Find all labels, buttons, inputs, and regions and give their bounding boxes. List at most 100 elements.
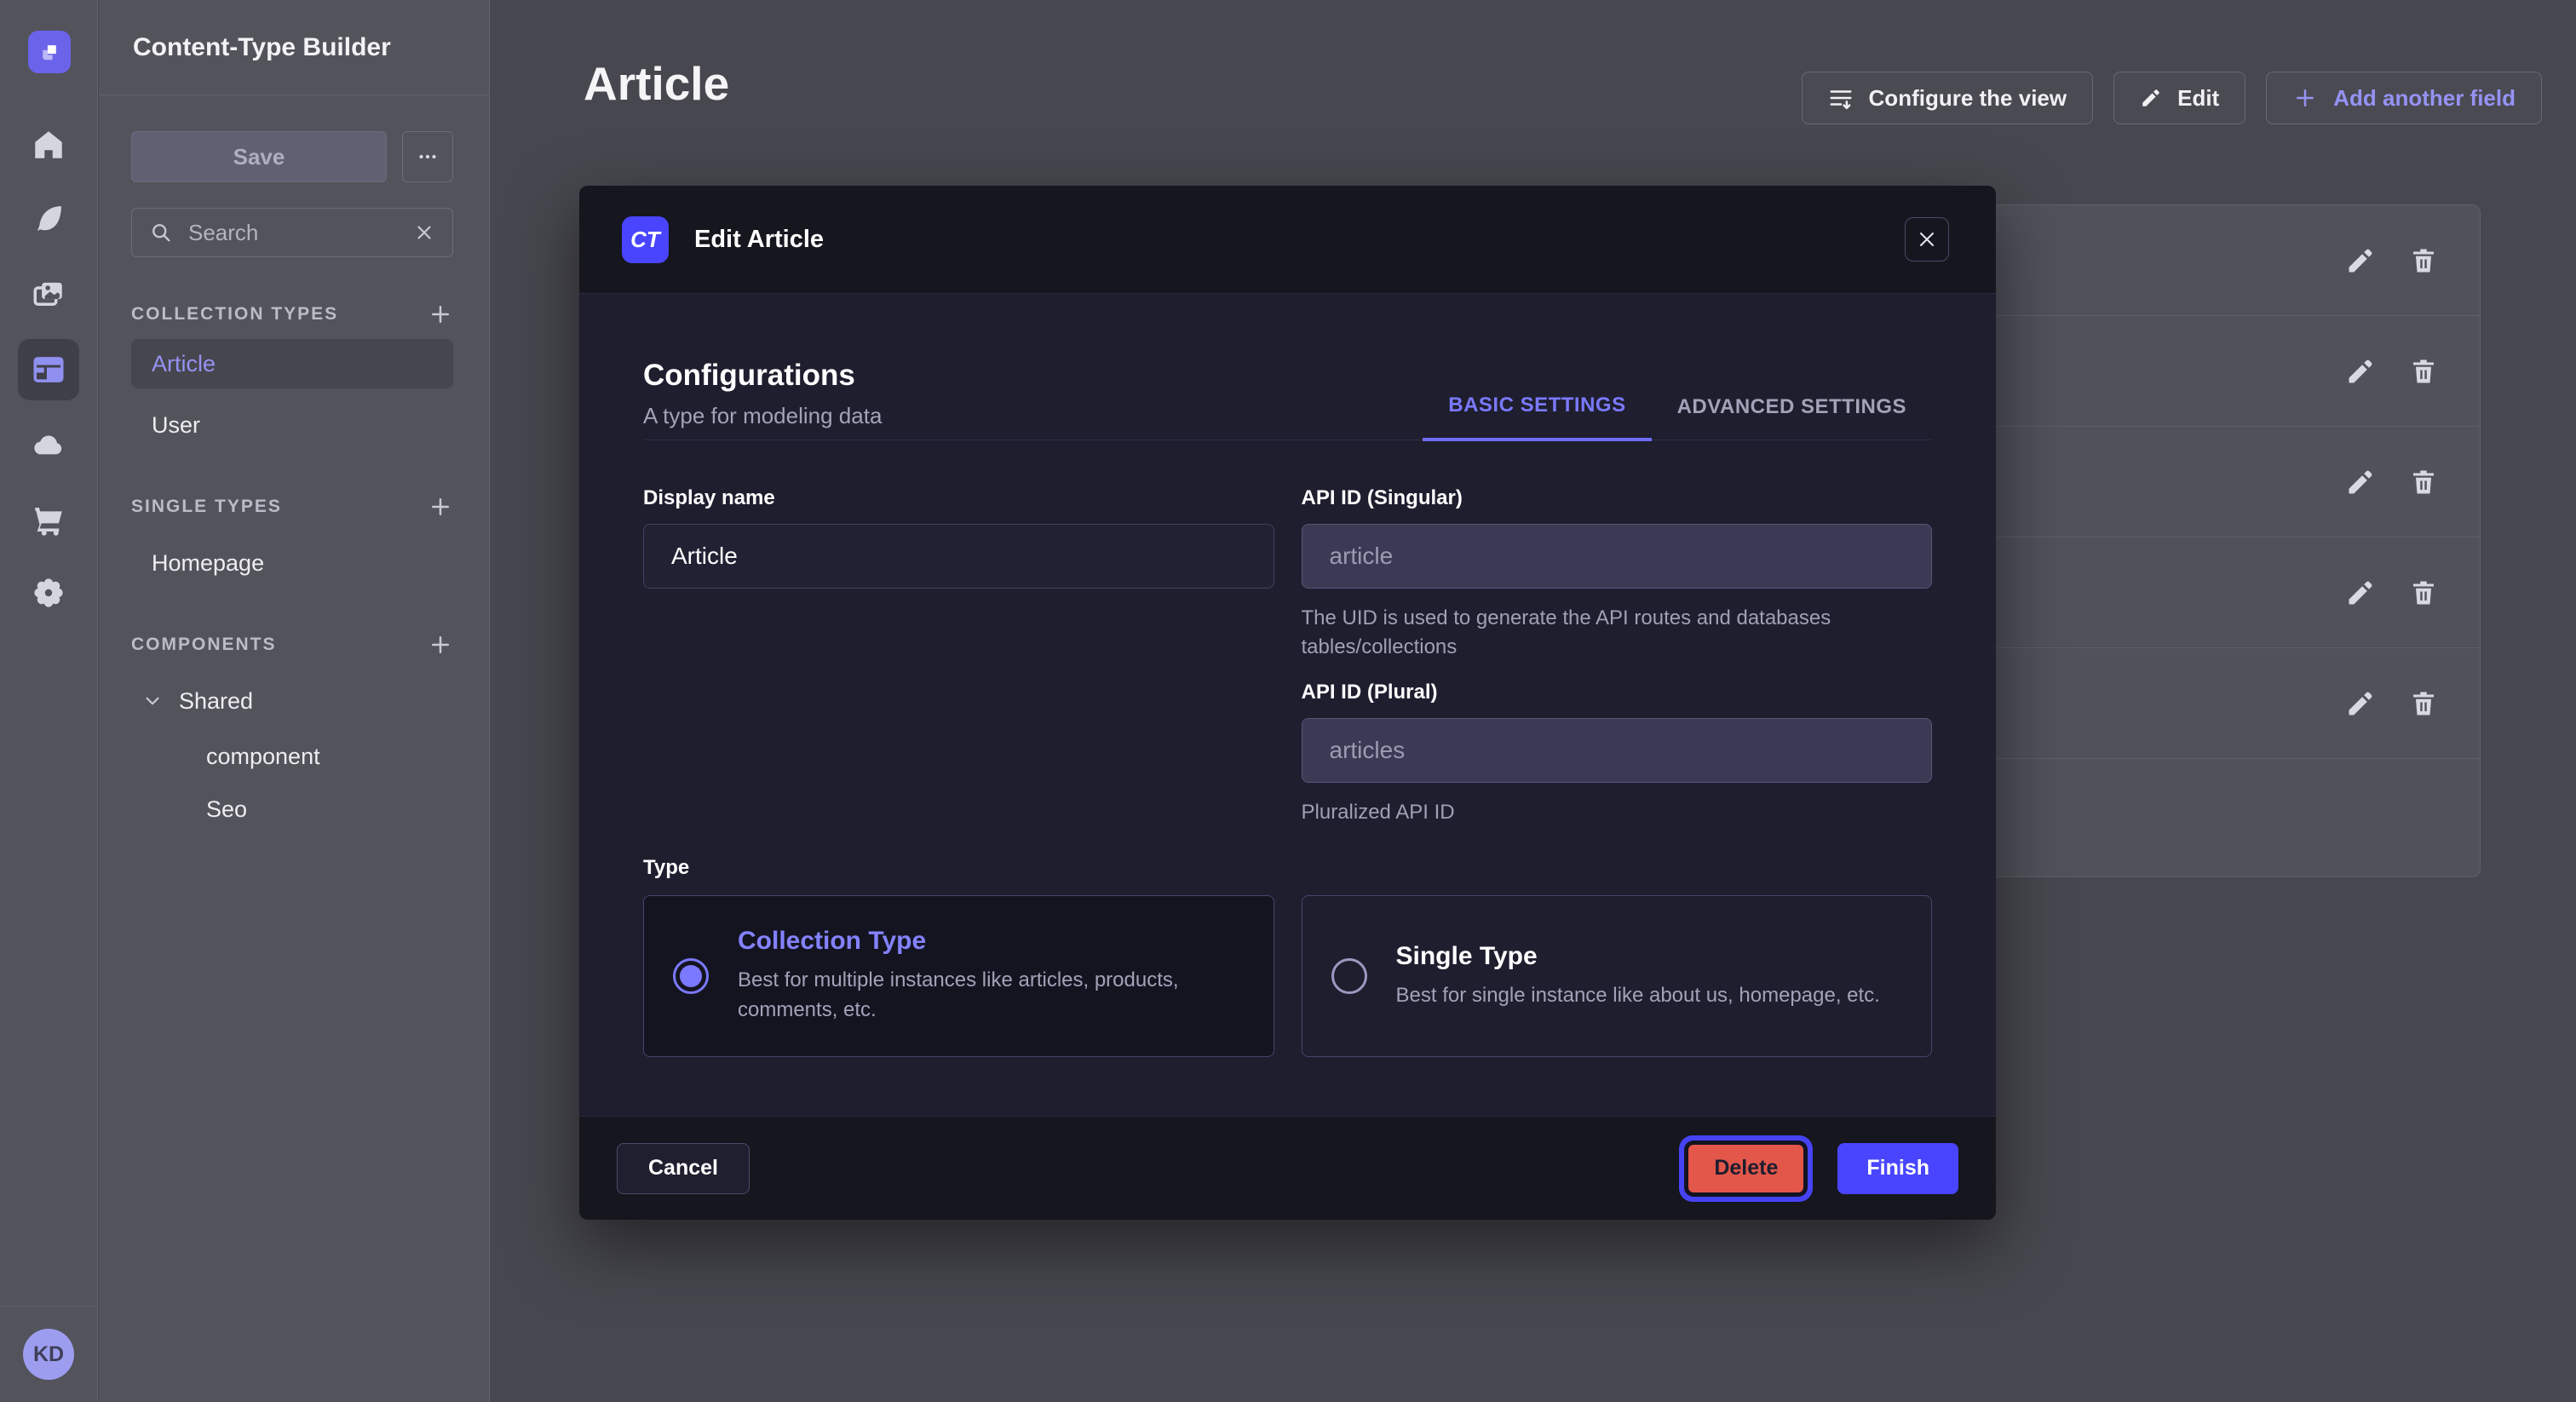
settings-tabs: BASIC SETTINGS ADVANCED SETTINGS [1423, 394, 1932, 440]
modal-header: CT Edit Article [579, 186, 1996, 294]
delete-field-icon[interactable] [2408, 577, 2439, 608]
add-field-label: Add another field [2333, 85, 2516, 112]
rail-item-content-manager[interactable] [18, 188, 79, 250]
cart-icon [31, 502, 66, 537]
edit-button[interactable]: Edit [2113, 72, 2245, 124]
cancel-button[interactable]: Cancel [617, 1143, 750, 1194]
sidebar-item-component[interactable]: component [131, 734, 453, 779]
plugin-title: Content-Type Builder [133, 33, 391, 62]
single-type-title: Single Type [1396, 942, 1880, 971]
close-modal-button[interactable] [1905, 217, 1949, 261]
modal-footer: Cancel Delete Finish [579, 1116, 1996, 1220]
single-type-radio[interactable] [1331, 958, 1367, 994]
section-label: COMPONENTS [131, 635, 277, 655]
api-id-singular-input [1302, 524, 1933, 589]
config-section-title: Configurations [643, 359, 882, 393]
chevron-down-icon [141, 690, 164, 712]
edit-field-icon[interactable] [2345, 577, 2376, 608]
api-id-plural-field-group: API ID (Plural) Pluralized API ID [1302, 681, 1933, 827]
home-icon [31, 127, 66, 163]
section-components: COMPONENTS [131, 632, 453, 658]
sidebar-item-label: Homepage [152, 550, 264, 577]
config-section-subtitle: A type for modeling data [643, 403, 882, 429]
add-another-field-button[interactable]: Add another field [2266, 72, 2542, 124]
api-id-plural-hint: Pluralized API ID [1302, 798, 1881, 827]
strapi-logo-icon [35, 37, 64, 66]
page-title: Article [584, 56, 729, 111]
sidebar-item-label: Shared [179, 688, 253, 715]
plus-icon [2292, 85, 2318, 111]
feather-icon [31, 201, 66, 237]
search-input[interactable] [187, 219, 400, 247]
tab-basic-settings[interactable]: BASIC SETTINGS [1423, 394, 1651, 441]
rail-item-settings[interactable] [18, 562, 79, 623]
rail-item-marketplace[interactable] [18, 489, 79, 550]
cloud-icon [31, 427, 66, 463]
collection-type-title: Collection Type [738, 927, 1232, 956]
edit-field-icon[interactable] [2345, 356, 2376, 387]
save-button[interactable]: Save [131, 131, 387, 182]
nav-rail: KD [0, 0, 98, 1402]
add-single-type-icon[interactable] [428, 494, 453, 520]
edit-label: Edit [2177, 85, 2219, 112]
add-collection-type-icon[interactable] [428, 302, 453, 327]
sidebar-item-shared[interactable]: Shared [131, 676, 453, 726]
edit-field-icon[interactable] [2345, 245, 2376, 276]
section-single-types: SINGLE TYPES [131, 494, 453, 520]
sidebar: Content-Type Builder Save COLLECTION TYP… [99, 0, 490, 1402]
sidebar-item-article[interactable]: Article [131, 339, 453, 388]
edit-content-type-modal: CT Edit Article Configurations A type fo… [579, 186, 1996, 1220]
api-id-singular-hint: The UID is used to generate the API rout… [1302, 604, 1881, 662]
rail-divider [0, 1306, 98, 1307]
clear-search-icon[interactable] [413, 221, 435, 244]
type-section: Type Collection Type Best for multiple i… [643, 856, 1932, 1057]
single-type-option[interactable]: Single Type Best for single instance lik… [1302, 895, 1933, 1057]
delete-field-icon[interactable] [2408, 356, 2439, 387]
pencil-icon [2140, 87, 2162, 109]
api-id-plural-input [1302, 718, 1933, 783]
collection-type-radio[interactable] [673, 958, 709, 994]
delete-field-icon[interactable] [2408, 467, 2439, 497]
finish-button[interactable]: Finish [1837, 1143, 1958, 1194]
sidebar-item-label: Seo [206, 796, 247, 823]
tab-advanced-settings[interactable]: ADVANCED SETTINGS [1652, 395, 1932, 440]
content-type-builder-icon [31, 352, 66, 388]
more-options-button[interactable] [402, 131, 453, 182]
rail-item-media-library[interactable] [18, 263, 79, 325]
collection-type-option[interactable]: Collection Type Best for multiple instan… [643, 895, 1274, 1057]
api-id-plural-label: API ID (Plural) [1302, 681, 1933, 704]
configure-icon [1828, 85, 1854, 111]
section-label: SINGLE TYPES [131, 497, 282, 517]
sidebar-item-homepage[interactable]: Homepage [131, 538, 453, 588]
modal-title: Edit Article [694, 226, 824, 254]
sidebar-header: Content-Type Builder [99, 0, 489, 95]
rail-item-home[interactable] [18, 114, 79, 175]
rail-item-content-type-builder[interactable] [18, 339, 79, 400]
api-id-singular-label: API ID (Singular) [1302, 486, 1933, 510]
display-name-field-group: Display name [643, 486, 1274, 662]
app: KD Content-Type Builder Save COLLECTION … [0, 0, 2576, 1402]
delete-button[interactable]: Delete [1688, 1145, 1803, 1192]
api-id-singular-field-group: API ID (Singular) The UID is used to gen… [1302, 486, 1933, 662]
avatar[interactable]: KD [23, 1329, 74, 1380]
configure-view-label: Configure the view [1869, 85, 2067, 112]
strapi-logo[interactable] [28, 31, 71, 73]
sidebar-item-label: User [152, 412, 200, 439]
close-icon [1917, 229, 1937, 250]
sidebar-item-user[interactable]: User [131, 400, 453, 450]
sidebar-item-seo[interactable]: Seo [131, 787, 453, 831]
edit-field-icon[interactable] [2345, 688, 2376, 719]
rail-item-deploy[interactable] [18, 414, 79, 475]
configure-view-button[interactable]: Configure the view [1802, 72, 2094, 124]
add-component-icon[interactable] [428, 632, 453, 658]
display-name-input[interactable] [643, 524, 1274, 589]
media-icon [31, 276, 66, 312]
search-icon [149, 221, 173, 244]
search-box [131, 208, 453, 257]
delete-field-icon[interactable] [2408, 245, 2439, 276]
sidebar-item-label: Article [152, 351, 216, 377]
content-type-badge: CT [622, 216, 669, 263]
type-label: Type [643, 856, 1932, 880]
delete-field-icon[interactable] [2408, 688, 2439, 719]
edit-field-icon[interactable] [2345, 467, 2376, 497]
